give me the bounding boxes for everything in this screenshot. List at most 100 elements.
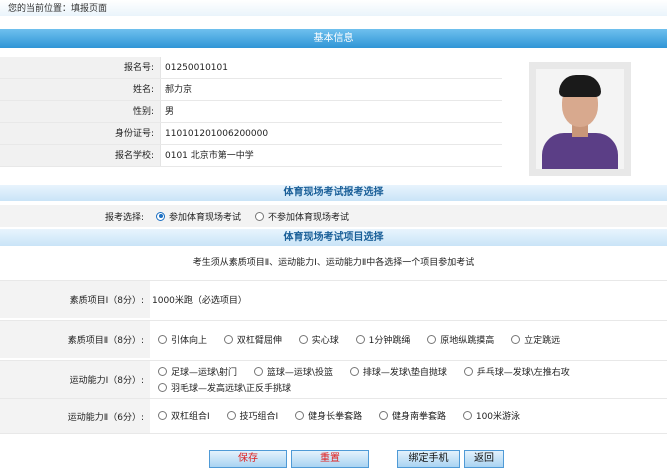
radio-icon[interactable] [295,411,305,420]
radio-icon[interactable] [462,411,472,420]
back-button[interactable]: 返回 [464,450,504,468]
info-label: 身份证号: [0,123,160,144]
info-label: 报名号: [0,57,160,78]
photo-shirt [542,133,618,169]
section-basic-info: 基本信息 [0,29,667,48]
option-vertical-jump[interactable]: 原地纵跳摸高 [421,333,494,346]
item-options: 引体向上 双杠臂屈伸 实心球 1分钟跳绳 原地纵跳摸高 立定跳远 [150,333,667,347]
bind-phone-button[interactable]: 绑定手机 [397,450,460,468]
option-parallel-bar-dip[interactable]: 双杠臂屈伸 [218,333,282,346]
exam-choice-row: 报考选择: 参加体育现场考试 不参加体育现场考试 [0,205,667,227]
info-row-reg-no: 报名号: 01250010101 [0,57,502,79]
option-football[interactable]: 足球—运球\射门 [152,365,237,378]
option-label: 100米游泳 [475,412,521,422]
info-label: 报名学校: [0,145,160,166]
option-nanquan[interactable]: 健身南拳套路 [373,409,446,422]
option-jump-rope[interactable]: 1分钟跳绳 [350,333,411,346]
exam-choice-label: 报考选择: [104,212,144,223]
option-label: 健身南拳套路 [391,412,446,422]
option-volleyball[interactable]: 排球—发球\垫自抛球 [344,365,447,378]
option-label: 立定跳远 [524,335,561,346]
info-row-gender: 性别: 男 [0,101,502,123]
item-fixed-text: 1000米跑（必选项目） [150,293,667,306]
info-label: 姓名: [0,79,160,100]
info-row-name: 姓名: 郝力京 [0,79,502,101]
breadcrumb: 您的当前位置：填报页面 [0,0,667,16]
info-value: 0101 北京市第一中学 [160,145,502,166]
option-label: 双杠臂屈伸 [236,335,282,346]
radio-icon[interactable] [511,334,521,344]
info-value: 男 [160,101,502,122]
radio-icon[interactable] [349,366,359,376]
section-exam-choice: 体育现场考试报考选择 [0,185,667,201]
option-medicine-ball[interactable]: 实心球 [293,333,339,346]
student-photo-frame [529,62,631,176]
option-skill-combo[interactable]: 技巧组合Ⅰ [221,409,279,422]
radio-icon[interactable] [378,411,388,420]
info-label: 性别: [0,101,160,122]
radio-icon[interactable] [226,411,236,420]
radio-icon[interactable] [158,334,167,344]
radio-icon[interactable] [463,366,473,376]
item-label: 运动能力Ⅱ（6分）: [0,399,150,433]
exam-choice-option-attend[interactable]: 参加体育现场考试 [150,210,241,223]
info-value: 01250010101 [160,57,502,78]
radio-icon[interactable] [355,334,365,344]
radio-icon[interactable] [298,334,308,344]
info-row-id-number: 身份证号: 110101201006200000 [0,123,502,145]
option-label: 技巧组合Ⅰ [239,412,279,422]
action-buttons: 保存 重置 绑定手机 返回 [0,450,667,468]
option-label: 双杠组合Ⅰ [171,412,210,422]
option-changquan[interactable]: 健身长拳套路 [289,409,362,422]
radio-icon[interactable] [158,366,167,376]
info-value: 110101201006200000 [160,123,502,144]
radio-icon[interactable] [158,382,167,392]
fixed-item: 1000米跑（必选项目） [152,296,247,306]
save-button[interactable]: 保存 [209,450,287,468]
option-label: 1分钟跳绳 [368,335,411,346]
radio-icon[interactable] [156,211,165,221]
item-row-quality-1: 素质项目Ⅰ（8分）: 1000米跑（必选项目） [0,280,667,318]
item-label: 素质项目Ⅰ（8分）: [0,281,150,318]
info-row-school: 报名学校: 0101 北京市第一中学 [0,145,502,167]
options-line: 羽毛球—发高远球\正反手挑球 [152,381,667,395]
radio-icon[interactable] [158,411,167,420]
item-row-quality-2: 素质项目Ⅱ（8分）: 引体向上 双杠臂屈伸 实心球 1分钟跳绳 原地纵跳摸高 立… [0,320,667,358]
option-label: 足球—运球\射门 [171,367,238,378]
radio-icon[interactable] [427,334,437,344]
student-photo [536,69,624,169]
option-swimming[interactable]: 100米游泳 [457,409,520,422]
options-line: 足球—运球\射门 篮球—运球\投篮 排球—发球\垫自抛球 乒乓球—发球\左推右攻 [152,365,667,379]
item-row-ability-2: 运动能力Ⅱ（6分）: 双杠组合Ⅰ 技巧组合Ⅰ 健身长拳套路 健身南拳套路 100… [0,398,667,434]
item-options: 双杠组合Ⅰ 技巧组合Ⅰ 健身长拳套路 健身南拳套路 100米游泳 [150,409,667,423]
instruction-note: 考生须从素质项目Ⅱ、运动能力Ⅰ、运动能力Ⅱ中各选择一个项目参加考试 [192,258,475,268]
item-options: 足球—运球\射门 篮球—运球\投篮 排球—发球\垫自抛球 乒乓球—发球\左推右攻… [150,363,667,397]
option-label: 羽毛球—发高远球\正反手挑球 [171,383,292,394]
option-table-tennis[interactable]: 乒乓球—发球\左推右攻 [458,365,570,378]
option-badminton[interactable]: 羽毛球—发高远球\正反手挑球 [152,381,291,394]
item-label: 素质项目Ⅱ（8分）: [0,321,150,358]
reset-button[interactable]: 重置 [291,450,369,468]
option-label: 乒乓球—发球\左推右攻 [476,367,570,378]
option-label: 排球—发球\垫自抛球 [362,367,447,378]
radio-icon[interactable] [253,366,263,376]
exam-choice-option-skip[interactable]: 不参加体育现场考试 [249,210,349,223]
photo-hair [559,75,601,97]
option-label: 不参加体育现场考试 [268,212,350,223]
option-pull-up[interactable]: 引体向上 [152,333,207,346]
option-basketball[interactable]: 篮球—运球\投篮 [248,365,333,378]
option-parallel-bar-combo[interactable]: 双杠组合Ⅰ [152,409,210,422]
option-label: 参加体育现场考试 [169,212,242,223]
option-standing-long-jump[interactable]: 立定跳远 [505,333,560,346]
basic-info-table: 报名号: 01250010101 姓名: 郝力京 性别: 男 身份证号: 110… [0,57,502,167]
section-item-choice: 体育现场考试项目选择 [0,229,667,246]
option-label: 篮球—运球\投篮 [266,367,333,378]
option-label: 实心球 [311,335,339,346]
option-label: 引体向上 [171,335,208,346]
radio-icon[interactable] [223,334,233,344]
option-label: 原地纵跳摸高 [440,335,495,346]
radio-icon[interactable] [255,211,265,221]
item-label: 运动能力Ⅰ（8分）: [0,361,150,398]
item-row-ability-1: 运动能力Ⅰ（8分）: 足球—运球\射门 篮球—运球\投篮 排球—发球\垫自抛球 … [0,360,667,398]
option-label: 健身长拳套路 [308,412,363,422]
